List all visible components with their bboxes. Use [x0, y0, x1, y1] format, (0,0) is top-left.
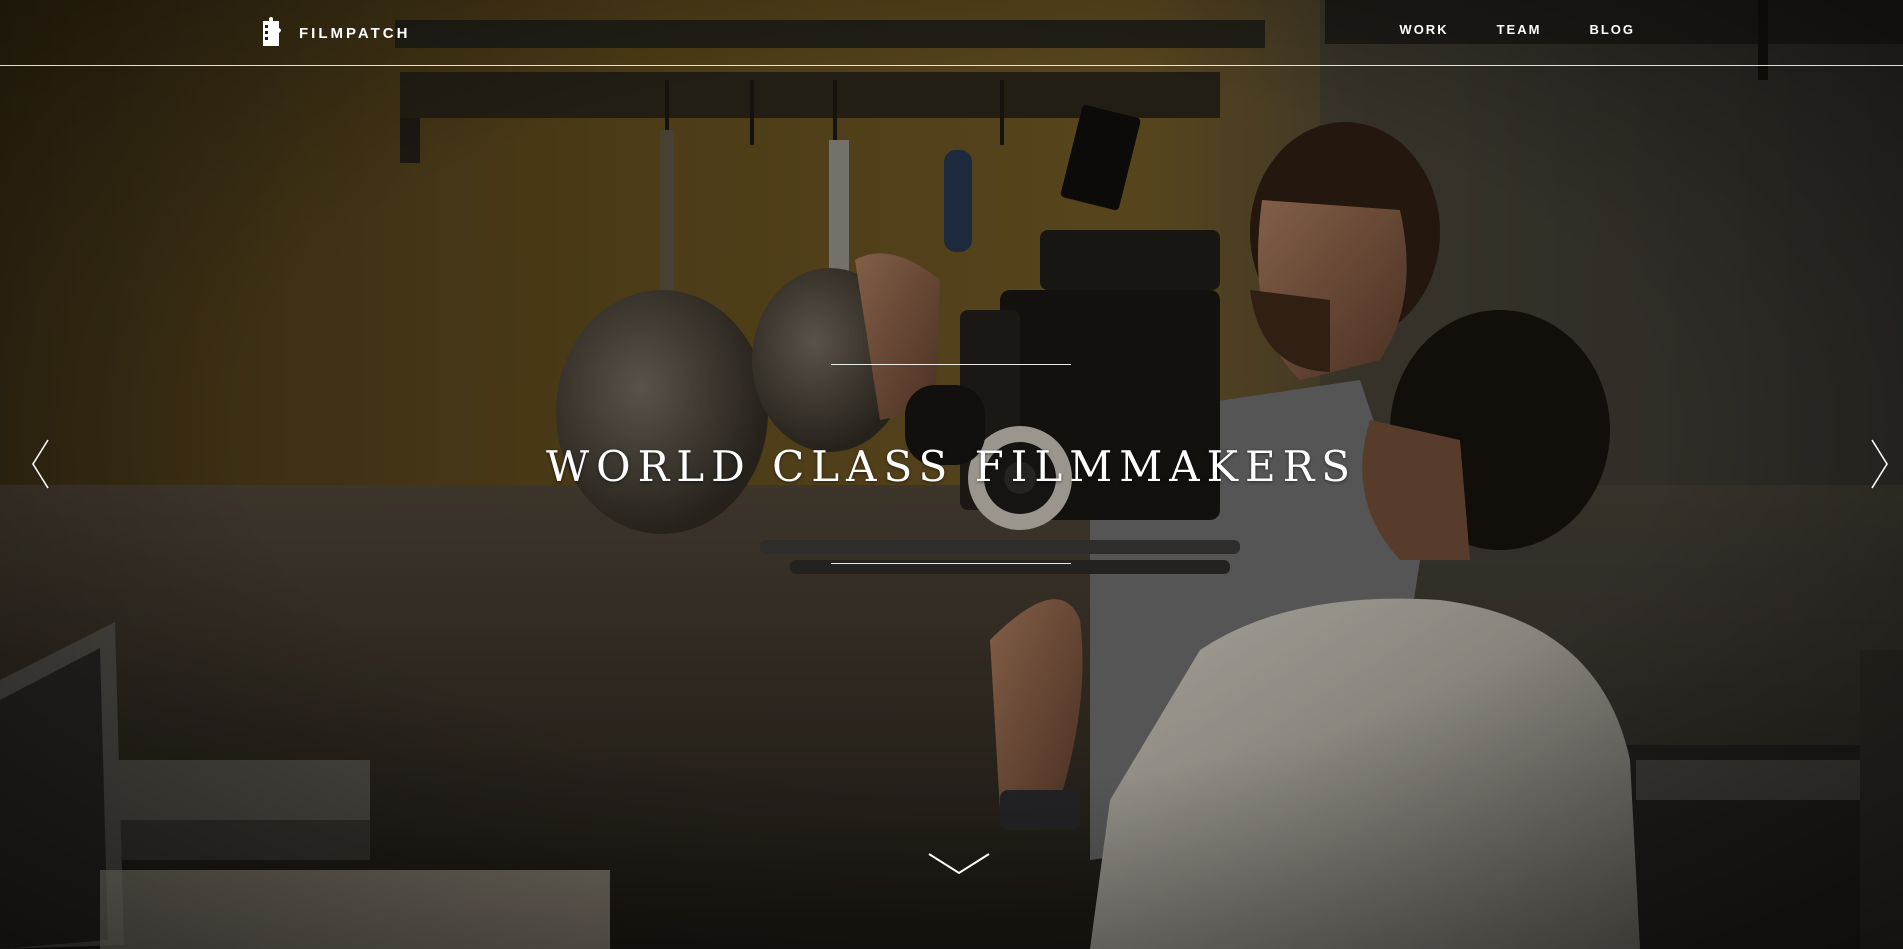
logo-link[interactable]: FILMPATCH [259, 16, 410, 48]
filmpatch-logo-icon [263, 17, 281, 46]
hero-headline: WORLD CLASS FILMMAKERS [545, 442, 1358, 491]
nav-link-blog[interactable]: BLOG [1589, 22, 1635, 37]
hero-headline-block: WORLD CLASS FILMMAKERS [0, 364, 1903, 564]
logo-text: FILMPATCH [299, 25, 411, 42]
hero-section: FILMPATCH WORK TEAM BLOG WORLD CLASS FIL… [0, 0, 1903, 949]
site-header: FILMPATCH WORK TEAM BLOG [0, 0, 1903, 66]
chevron-down-icon[interactable] [927, 851, 991, 877]
headline-rule-top [831, 364, 1071, 365]
chevron-right-icon[interactable] [1866, 438, 1890, 490]
nav-link-work[interactable]: WORK [1399, 22, 1448, 37]
headline-rule-bottom [831, 563, 1071, 564]
main-nav: WORK TEAM BLOG [1399, 22, 1635, 37]
chevron-left-icon[interactable] [30, 438, 54, 490]
nav-link-team[interactable]: TEAM [1497, 22, 1542, 37]
